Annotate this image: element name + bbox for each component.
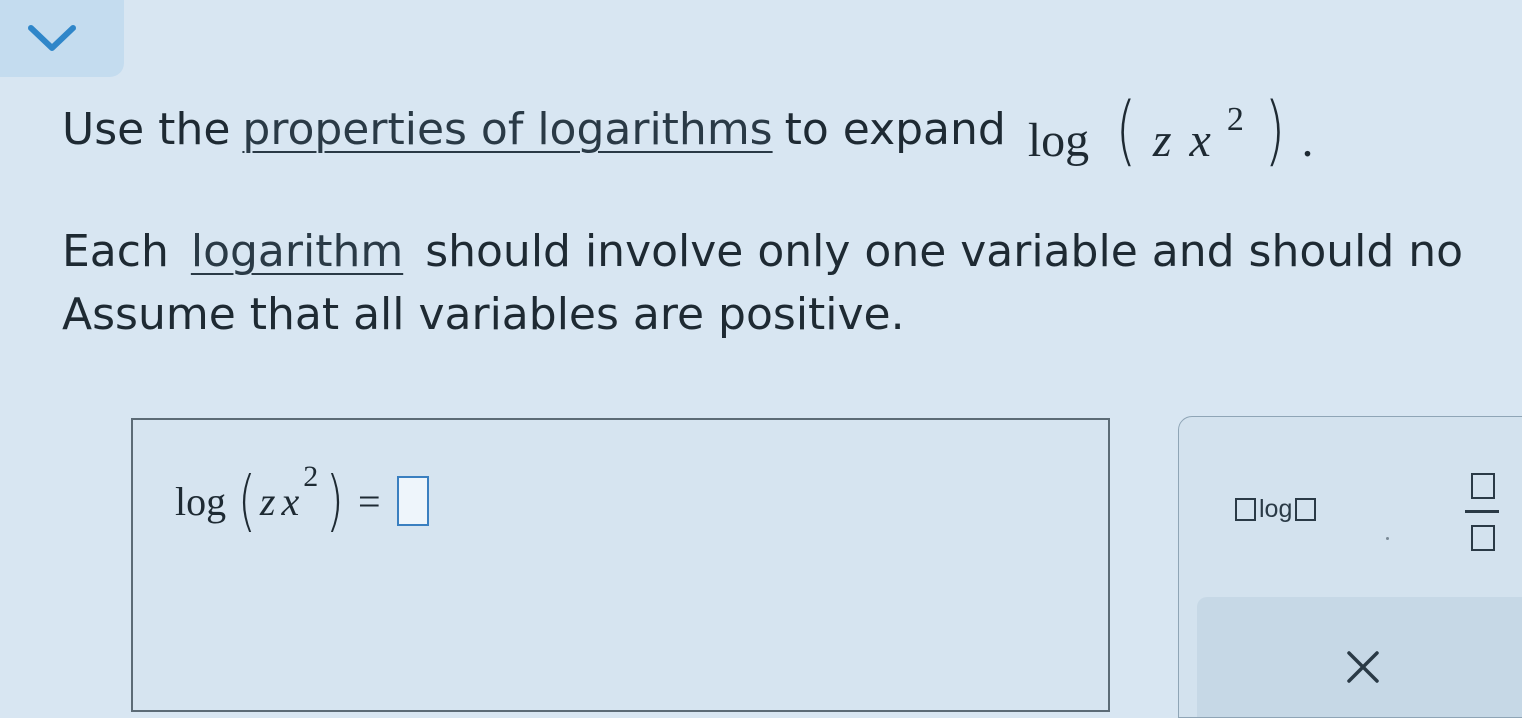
question-expression: log ( z x 2 ) .	[1028, 92, 1314, 168]
line2-prefix: Each	[62, 226, 169, 277]
palette-action-bar	[1197, 597, 1522, 717]
numerator-placeholder-icon	[1471, 473, 1495, 499]
variable-x: x	[281, 478, 300, 524]
chevron-down-icon	[28, 25, 76, 51]
variable-z: z	[259, 478, 276, 524]
equals-sign: =	[357, 478, 381, 524]
exponent: 2	[303, 460, 319, 493]
log-template-button[interactable]: log	[1235, 495, 1317, 524]
collapse-button[interactable]	[0, 0, 124, 77]
separator-dot	[1386, 537, 1389, 540]
close-paren: )	[1264, 85, 1286, 174]
base-placeholder-icon	[1235, 498, 1256, 521]
answer-box[interactable]: log ( z x 2 ) =	[131, 418, 1110, 712]
variable-z: z	[1152, 114, 1172, 167]
period: .	[1301, 114, 1314, 167]
answer-equation: log ( z x 2 ) =	[175, 460, 429, 539]
answer-input[interactable]	[396, 476, 429, 526]
log-function: log	[1027, 114, 1090, 167]
fraction-bar	[1465, 510, 1499, 513]
question-middle: to expand	[784, 104, 1006, 155]
log-button-label: log	[1259, 495, 1293, 523]
open-paren: (	[1115, 85, 1137, 174]
clear-button[interactable]	[1345, 649, 1381, 685]
close-icon	[1347, 651, 1379, 683]
question-line-1: Use the properties of logarithms to expa…	[62, 80, 1313, 180]
line2-suffix: should involve only one variable and sho…	[425, 226, 1464, 277]
properties-of-logarithms-link[interactable]: properties of logarithms	[242, 108, 772, 152]
question-line-2: Each logarithm should involve only one v…	[62, 230, 1463, 274]
denominator-placeholder-icon	[1471, 525, 1495, 551]
log-function: log	[175, 478, 227, 524]
logarithm-link[interactable]: logarithm	[191, 226, 403, 277]
close-paren: )	[326, 462, 345, 539]
open-paren: (	[237, 462, 257, 539]
question-line-3: Assume that all variables are positive.	[62, 289, 905, 340]
variable-x: x	[1189, 114, 1211, 167]
fraction-template-button[interactable]	[1465, 473, 1499, 553]
question-prefix: Use the	[62, 104, 231, 155]
argument-placeholder-icon	[1295, 498, 1317, 521]
math-palette: log	[1178, 416, 1522, 718]
exponent: 2	[1226, 101, 1244, 138]
